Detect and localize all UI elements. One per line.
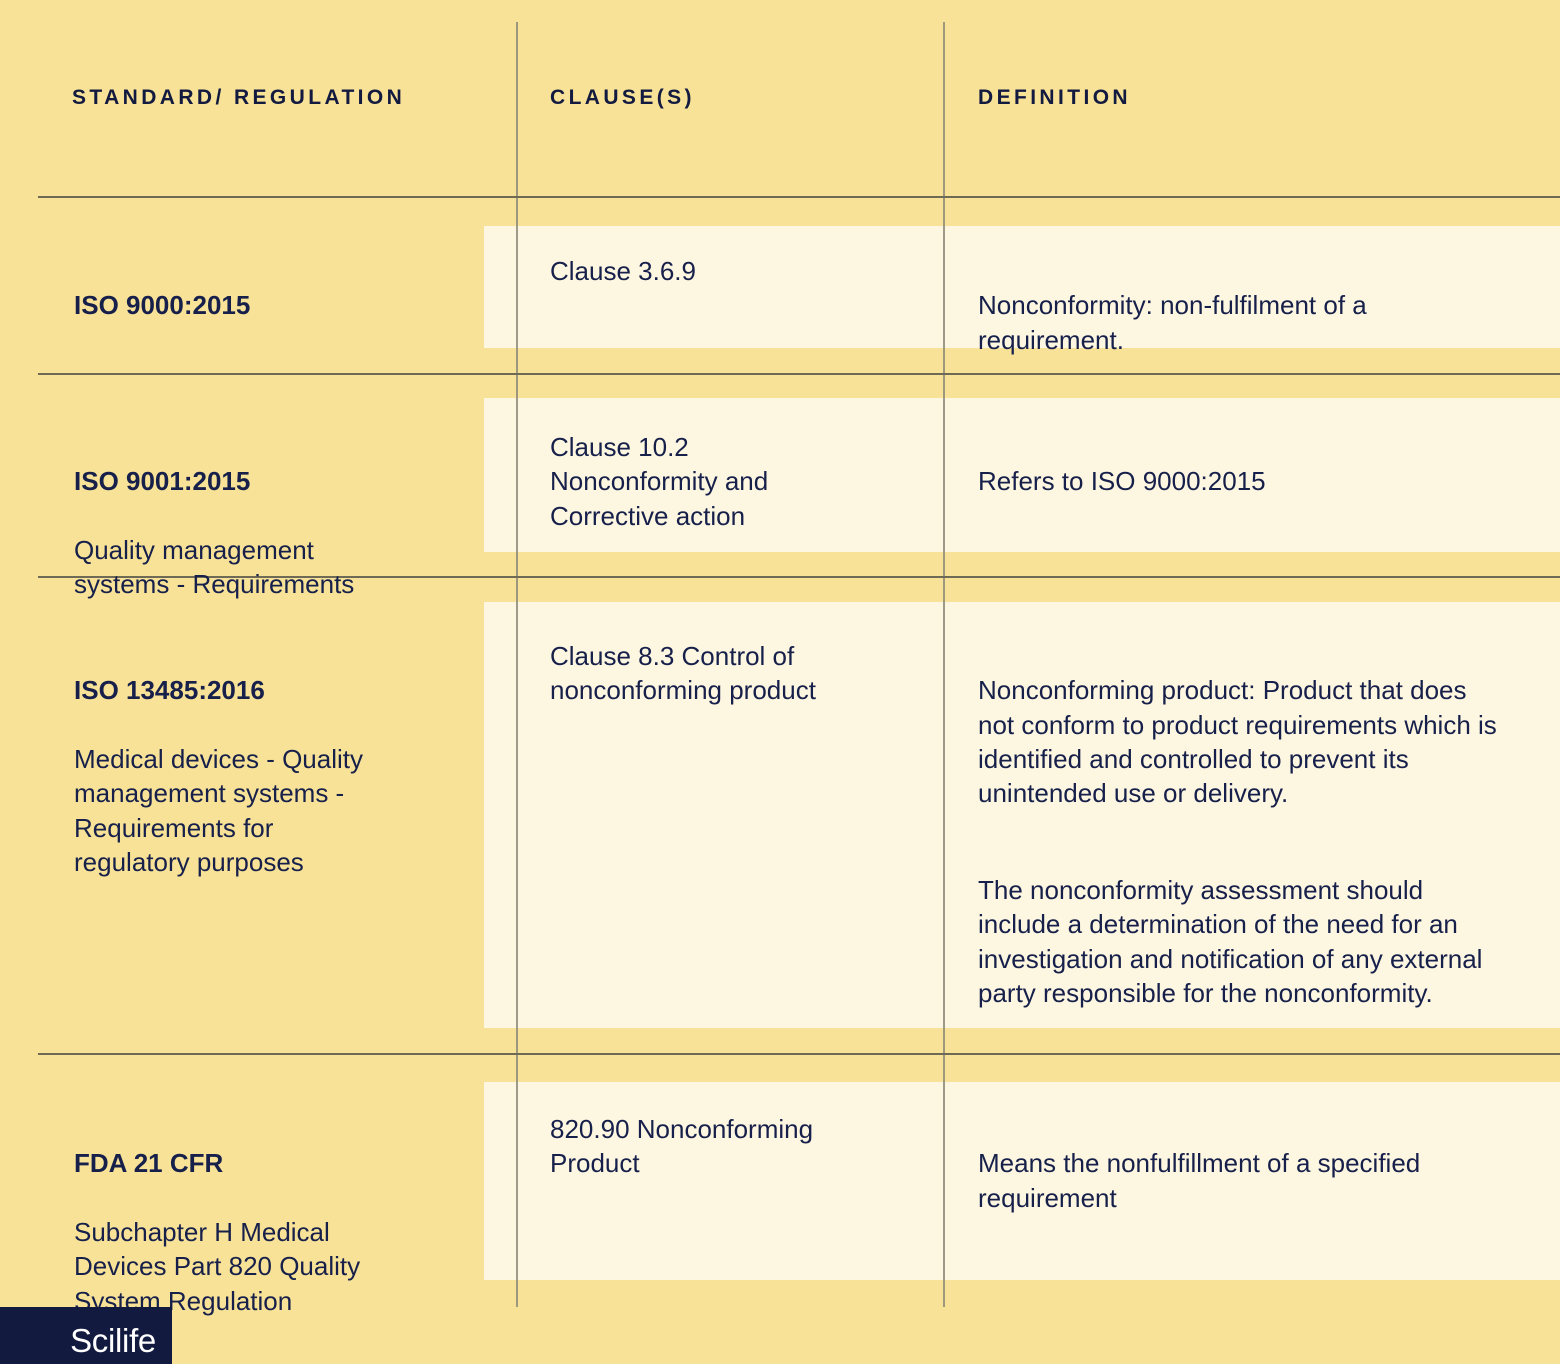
definition-cell: Nonconforming product: Product that does… [978,639,1508,1044]
table-row: ISO 9000:2015 [74,254,474,391]
column-divider-2 [943,22,945,1307]
row-rule-3 [38,1053,1560,1055]
column-header-definition: DEFINITION [978,86,1131,109]
clause-cell: Clause 10.2 Nonconformity and Corrective… [550,432,769,531]
column-header-standard: STANDARD/ REGULATION [72,86,406,109]
column-divider-1 [516,22,518,1307]
standard-detail: Medical devices - Quality management sys… [74,743,363,877]
scilife-logo: Scilife [0,1307,172,1364]
definition-paragraph: Nonconforming product: Product that does… [978,675,1497,809]
definition-paragraph: Means the nonfulfillment of a specified … [978,1148,1421,1213]
standard-title: ISO 13485:2016 [74,675,265,706]
definition-paragraph: Refers to ISO 9000:2015 [978,466,1266,497]
column-header-clause: CLAUSE(S) [550,86,695,109]
definition-paragraph: The nonconformity assessment should incl… [978,874,1483,1008]
standard-title: FDA 21 CFR [74,1148,224,1179]
clause-cell: Clause 3.6.9 [550,256,696,286]
scilife-logo-text: Scilife [70,1322,156,1359]
definition-paragraph: Nonconformity: non-fulfilment of a requi… [978,290,1367,355]
clause-cell: Clause 8.3 Control of nonconforming prod… [550,641,816,706]
definition-cell: Refers to ISO 9000:2015 [978,430,1508,533]
standard-detail: Subchapter H Medical Devices Part 820 Qu… [74,1216,361,1316]
comparison-table: STANDARD/ REGULATION CLAUSE(S) DEFINITIO… [0,0,1560,1364]
table-row: ISO 9001:2015 Quality management systems… [74,430,474,636]
standard-detail: Quality management systems - Requirement… [74,534,355,600]
table-row: ISO 13485:2016 Medical devices - Quality… [74,639,474,914]
definition-cell: Means the nonfulfillment of a specified … [978,1112,1508,1249]
standard-title: ISO 9001:2015 [74,466,251,497]
header-rule [38,196,1560,198]
definition-cell: Nonconformity: non-fulfilment of a requi… [978,254,1508,391]
standard-title: ISO 9000:2015 [74,290,251,321]
clause-cell: 820.90 Nonconforming Product [550,1114,814,1179]
